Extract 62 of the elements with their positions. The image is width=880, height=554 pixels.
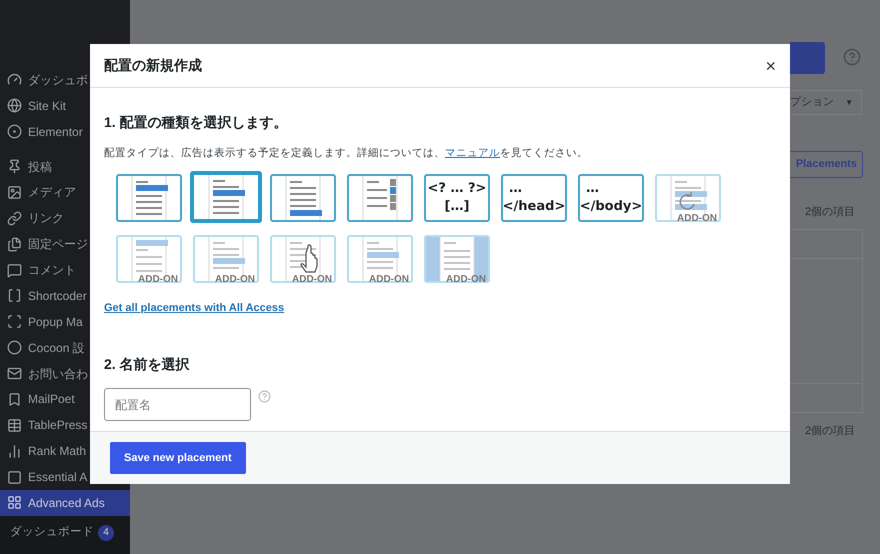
code-label: … [585,180,599,198]
image-icon [7,184,22,200]
placement-option[interactable]: ADD-ON [655,174,721,222]
add-on-label: ADD-ON [215,274,255,286]
sidebar-item[interactable]: Advanced Ads [0,490,130,516]
add-on-label: ADD-ON [677,212,717,225]
add-on-label: ADD-ON [369,274,409,286]
bar-chart-icon [7,444,22,459]
placement-option[interactable] [270,174,336,222]
sidebar-item[interactable]: メディア [0,180,130,206]
add-on-label: ADD-ON [138,274,178,286]
all-access-link[interactable]: Get all placements with All Access [104,300,284,316]
code-label: </head> [502,198,566,216]
bookmark-icon [7,392,22,407]
code-label: </body> [580,198,642,216]
item-count: 2個の項目 [805,424,856,438]
table-icon [7,418,22,433]
placement-option[interactable] [190,170,262,223]
comment-icon [7,262,22,278]
placement-name-field[interactable]: 配置名 [104,388,251,422]
mail-icon [7,366,22,382]
sidebar-item[interactable]: リンク [0,205,130,232]
add-on-label: ADD-ON [292,274,332,286]
circle-icon [7,124,22,140]
count-badge: 4 [98,524,114,541]
placement-option[interactable]: ADD-ON [347,234,413,283]
dot-icon [7,340,22,356]
pages-icon [7,236,22,252]
placement-option[interactable] [347,174,413,222]
code-label: <? … ?> [428,180,486,198]
help-icon[interactable] [258,390,271,404]
save-button[interactable]: Save new placement [110,442,246,474]
brackets-icon [7,288,22,304]
placement-option[interactable]: ADD-ON [193,234,259,283]
gauge-icon [7,72,22,88]
frame-icon [7,314,22,330]
section-heading: 2. 名前を選択 [104,355,191,374]
grid-icon [7,495,22,510]
modal-title: 配置の新規作成 [104,56,202,75]
placement-option[interactable]: <? … ?> […] [424,174,490,222]
code-label: … [508,180,522,198]
item-count: 2個の項目 [805,205,856,220]
caret-icon: ▼ [845,96,853,108]
link-icon [7,210,22,226]
globe-icon [7,98,22,114]
placement-option[interactable]: ADD-ON [270,234,336,283]
add-on-label: ADD-ON [446,274,486,286]
placement-option[interactable] [116,174,182,222]
code-label: […] [444,198,470,216]
placement-option[interactable]: ADD-ON [116,234,182,283]
placement-option[interactable]: … </body> [578,174,644,222]
manual-link[interactable]: マニュアル [445,147,500,159]
help-icon[interactable] [843,48,861,66]
pin-icon [7,159,22,174]
placement-option[interactable]: … </head> [501,174,567,222]
placement-option[interactable]: ADD-ON [424,234,490,283]
square-icon [7,470,22,485]
layout-icon [426,236,488,281]
dropdown-text: プション [790,94,834,110]
close-button[interactable]: × [765,56,776,74]
description-text: 配置タイプは、広告は表示する予定を定義します。詳細については、マニュアルを見てください。 [104,146,589,161]
section-heading: 1. 配置の種類を選択します。 [104,113,289,132]
